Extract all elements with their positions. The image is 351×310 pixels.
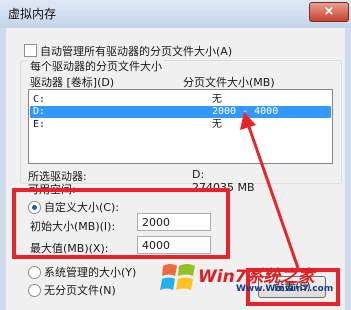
watermark-url: Www.Winwin7.com <box>236 284 334 294</box>
windows-logo-icon <box>160 264 195 290</box>
